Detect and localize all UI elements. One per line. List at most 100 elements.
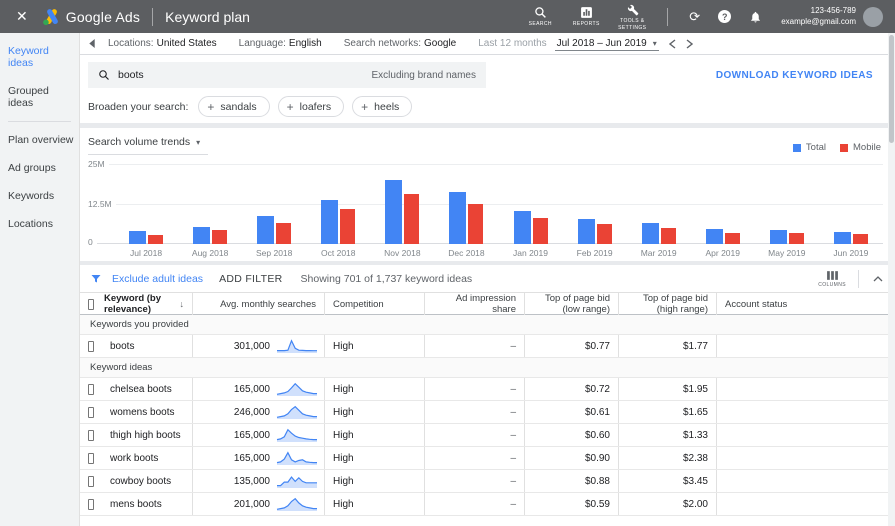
range-prev-button[interactable] — [668, 38, 676, 49]
range-next-button[interactable] — [686, 38, 693, 49]
search-nav-button[interactable]: SEARCH — [517, 6, 563, 28]
competition-cell: High — [324, 378, 424, 400]
bid-high-cell: $2.00 — [618, 493, 716, 515]
ad-impression-share-cell: – — [424, 401, 524, 423]
row-checkbox[interactable] — [88, 498, 94, 510]
bar-total-sep-2018 — [257, 216, 275, 244]
row-checkbox[interactable] — [88, 429, 94, 441]
section-label: Keywords you provided — [80, 315, 895, 335]
table-body: Keywords you provided boots 301,000 High – $0… — [80, 315, 895, 516]
x-axis-label: Oct 2018 — [321, 248, 356, 258]
column-header-account-status[interactable]: Account status — [716, 293, 895, 315]
bar-group-apr-2019 — [691, 164, 755, 244]
ad-impression-share-cell: – — [424, 424, 524, 446]
bid-low-cell: $0.77 — [524, 335, 618, 357]
sidebar-item-ad-groups[interactable]: Ad groups — [0, 154, 79, 182]
refresh-icon[interactable]: ⟳ — [689, 9, 700, 25]
reports-nav-button[interactable]: REPORTS — [563, 6, 609, 28]
trend-sparkline — [276, 451, 317, 465]
bid-high-cell: $2.38 — [618, 447, 716, 469]
trend-sparkline — [276, 382, 317, 396]
x-axis-label: Mar 2019 — [640, 248, 677, 258]
chart-type-dropdown[interactable]: Search volume trends ▾ — [88, 136, 209, 155]
row-checkbox[interactable] — [88, 475, 94, 487]
bar-mobile-jan-2019 — [532, 218, 548, 244]
columns-button[interactable]: COLUMNS — [818, 270, 846, 288]
row-checkbox[interactable] — [88, 452, 94, 464]
bar-total-feb-2019 — [577, 219, 595, 244]
avg-monthly-searches-cell: 301,000 — [192, 335, 324, 357]
legend-total: Total — [792, 142, 826, 153]
search-input[interactable] — [118, 69, 372, 81]
sort-descending-icon: ↓ — [179, 299, 185, 309]
date-range-dropdown[interactable]: Jul 2018 – Jun 2019 ▾ — [554, 36, 659, 51]
keyword-search-box[interactable]: Excluding brand names — [88, 62, 486, 88]
reports-icon — [580, 6, 592, 18]
bid-high-cell: $1.65 — [618, 401, 716, 423]
tools-settings-nav-button[interactable]: TOOLS & SETTINGS — [609, 2, 655, 31]
x-axis-label: Jun 2019 — [833, 248, 869, 258]
table-row: mens boots 201,000 High – $0.59 $2.00 — [80, 493, 895, 516]
filter-bar: Exclude adult ideas ADD FILTER Showing 7… — [80, 265, 895, 293]
bar-group-aug-2018 — [178, 164, 242, 244]
scrollbar-thumb[interactable] — [889, 35, 894, 143]
column-header-competition[interactable]: Competition — [324, 293, 424, 315]
notifications-bell-icon[interactable] — [749, 10, 762, 24]
chip-sandals[interactable]: + sandals — [198, 96, 270, 117]
search-icon — [99, 70, 109, 80]
section-label: Keyword ideas — [80, 358, 895, 378]
column-header-bid-high[interactable]: Top of page bid (high range) — [618, 293, 716, 315]
competition-cell: High — [324, 401, 424, 423]
sidebar-item-locations[interactable]: Locations — [0, 210, 79, 238]
chip-loafers[interactable]: + loafers — [277, 96, 345, 117]
bar-total-mar-2019 — [641, 223, 659, 244]
networks-setting[interactable]: Search networks: Google — [344, 38, 457, 49]
column-header-avg-monthly-searches[interactable]: Avg. monthly searches — [192, 293, 324, 315]
sidebar-item-grouped-ideas[interactable]: Grouped ideas — [0, 77, 79, 117]
column-header-keyword[interactable]: Keyword (by relevance) ↓ — [102, 293, 192, 315]
mobile-swatch — [840, 143, 848, 152]
row-checkbox[interactable] — [88, 406, 94, 418]
topbar-divider — [152, 7, 154, 26]
close-icon[interactable]: ✕ — [8, 8, 36, 25]
back-arrow-icon[interactable] — [88, 39, 96, 48]
help-icon[interactable]: ? — [718, 10, 732, 23]
bars-container — [114, 164, 883, 244]
vertical-scrollbar[interactable] — [888, 33, 895, 526]
language-setting[interactable]: Language: English — [239, 38, 322, 49]
bar-mobile-nov-2018 — [404, 194, 420, 244]
table-row: womens boots 246,000 High – $0.61 $1.65 — [80, 401, 895, 424]
avg-monthly-searches-cell: 165,000 — [192, 378, 324, 400]
bar-chart-plot: 25M 12.5M 0 — [88, 159, 883, 247]
locations-setting[interactable]: Locations: United States — [108, 38, 217, 49]
account-info[interactable]: 123-456-789 example@gmail.com — [781, 6, 856, 28]
x-axis-label: Apr 2019 — [705, 248, 740, 258]
bar-total-jun-2019 — [833, 232, 851, 244]
columns-icon — [826, 270, 838, 280]
sidebar-item-keywords[interactable]: Keywords — [0, 182, 79, 210]
add-filter-button[interactable]: ADD FILTER — [219, 273, 282, 285]
bar-group-jul-2018 — [114, 164, 178, 244]
trend-sparkline — [276, 497, 317, 511]
bar-mobile-apr-2019 — [724, 233, 740, 244]
checkbox-cell — [80, 470, 102, 492]
column-header-bid-low[interactable]: Top of page bid (low range) — [524, 293, 618, 315]
bar-group-nov-2018 — [370, 164, 434, 244]
avatar[interactable] — [863, 6, 883, 27]
account-status-cell — [716, 378, 895, 400]
keyword-cell: boots — [110, 340, 135, 352]
download-keyword-ideas-link[interactable]: DOWNLOAD KEYWORD IDEAS — [716, 70, 887, 81]
bar-mobile-mar-2019 — [660, 228, 676, 244]
row-checkbox[interactable] — [88, 340, 94, 352]
competition-cell: High — [324, 493, 424, 515]
sidebar-item-keyword-ideas[interactable]: Keyword ideas — [0, 37, 79, 77]
column-header-ad-impression-share[interactable]: Ad impression share — [424, 293, 524, 315]
exclude-adult-ideas-link[interactable]: Exclude adult ideas — [112, 273, 203, 285]
select-all-checkbox[interactable] — [88, 298, 94, 310]
row-checkbox[interactable] — [88, 383, 94, 395]
bar-mobile-feb-2019 — [596, 224, 612, 244]
sidebar-item-plan-overview[interactable]: Plan overview — [0, 126, 79, 154]
chevron-up-icon[interactable] — [871, 274, 885, 284]
chip-heels[interactable]: + heels — [352, 96, 413, 117]
wrench-icon — [628, 4, 639, 16]
